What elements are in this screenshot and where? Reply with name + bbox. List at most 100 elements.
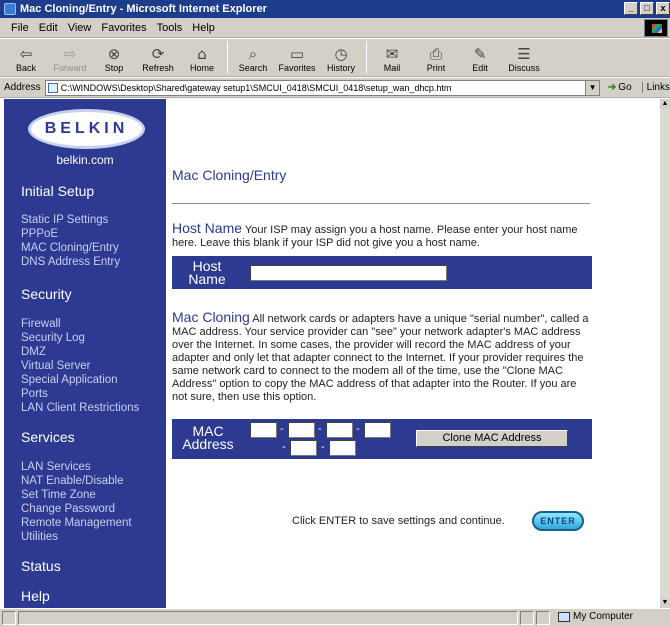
status-message-panel (18, 610, 518, 625)
sidebar-item-special-application[interactable]: Special Application (21, 374, 118, 387)
scroll-up-arrow-icon[interactable]: ▲ (660, 99, 670, 109)
print-button[interactable]: ⎙ Print (414, 39, 458, 75)
sidebar-item-lan-client-restrictions[interactable]: LAN Client Restrictions (21, 402, 139, 415)
address-value: C:\WINDOWS\Desktop\Shared\gateway setup1… (60, 82, 452, 93)
stop-button[interactable]: ⊗ Stop (92, 39, 136, 75)
address-input[interactable]: C:\WINDOWS\Desktop\Shared\gateway setup1… (44, 79, 587, 96)
forward-button[interactable]: ⇨ Forward (48, 39, 92, 75)
mac-address-label: MAC Address (172, 424, 244, 451)
mac-octet-1-input[interactable] (250, 422, 277, 438)
mac-octet-2-input[interactable] (288, 422, 315, 438)
status-bar: My Computer (0, 608, 670, 626)
scroll-down-arrow-icon[interactable]: ▼ (660, 598, 670, 608)
back-label: Back (15, 63, 36, 73)
menu-view[interactable]: View (63, 22, 97, 34)
sidebar-item-firewall[interactable]: Firewall (21, 318, 61, 331)
host-name-description: Host Name Your ISP may assign you a host… (172, 220, 592, 250)
sidebar-item-dns-address[interactable]: DNS Address Entry (21, 256, 120, 269)
status-progress-panel (520, 610, 534, 625)
edit-icon: ✎ (473, 45, 487, 63)
vertical-scrollbar[interactable]: ▲ ▼ (660, 99, 670, 608)
ie-app-icon (4, 3, 16, 15)
address-label: Address (4, 82, 41, 93)
host-name-input[interactable] (250, 265, 447, 281)
belkin-logo[interactable]: BELKIN (28, 109, 145, 149)
section-services[interactable]: Services (21, 429, 75, 445)
main-content: Mac Cloning/Entry Host Name Your ISP may… (166, 99, 660, 608)
sidebar-item-nat[interactable]: NAT Enable/Disable (21, 475, 124, 488)
mac-separator: - (280, 423, 284, 435)
sidebar-item-virtual-server[interactable]: Virtual Server (21, 360, 90, 373)
sidebar-item-utilities[interactable]: Utilities (21, 531, 58, 544)
sidebar: BELKIN belkin.com Initial Setup Static I… (4, 99, 166, 608)
belkin-url: belkin.com (56, 153, 114, 167)
sidebar-item-ports[interactable]: Ports (21, 388, 48, 401)
sidebar-item-lan-services[interactable]: LAN Services (21, 461, 91, 474)
sidebar-item-remote-management[interactable]: Remote Management (21, 517, 132, 530)
section-initial-setup[interactable]: Initial Setup (21, 183, 94, 199)
address-dropdown-button[interactable]: ▼ (586, 79, 600, 96)
discuss-button[interactable]: ☰ Discuss (502, 39, 546, 75)
sidebar-item-security-log[interactable]: Security Log (21, 332, 85, 345)
back-button[interactable]: ⇦ Back (4, 39, 48, 75)
menu-help[interactable]: Help (187, 22, 220, 34)
minimize-button[interactable]: _ (624, 2, 638, 15)
refresh-icon: ⟳ (151, 45, 165, 63)
go-button[interactable]: ➔ Go (608, 82, 632, 93)
refresh-button[interactable]: ⟳ Refresh (136, 39, 180, 75)
edit-button[interactable]: ✎ Edit (458, 39, 502, 75)
mac-octet-3-input[interactable] (326, 422, 353, 438)
enter-button[interactable]: ENTER (532, 511, 584, 531)
maximize-button[interactable]: □ (640, 2, 654, 15)
search-icon: ⌕ (248, 45, 258, 63)
mac-octet-6-input[interactable] (329, 440, 356, 456)
section-status[interactable]: Status (21, 558, 61, 574)
menu-tools[interactable]: Tools (152, 22, 188, 34)
mac-separator: - (318, 423, 322, 435)
enter-instruction: Click ENTER to save settings and continu… (292, 515, 505, 527)
page-viewport: BELKIN belkin.com Initial Setup Static I… (0, 99, 670, 608)
zone-label: My Computer (573, 611, 634, 622)
host-name-heading: Host Name (172, 220, 243, 236)
menu-bar: File Edit View Favorites Tools Help (0, 18, 670, 38)
mac-octet-4-input[interactable] (364, 422, 391, 438)
sidebar-item-pppoe[interactable]: PPPoE (21, 228, 58, 241)
host-label-line-2: Name (188, 271, 226, 287)
host-name-label: Host Name (172, 259, 242, 287)
search-button[interactable]: ⌕ Search (231, 39, 275, 75)
discuss-label: Discuss (508, 63, 540, 73)
history-button[interactable]: ◷ History (319, 39, 363, 75)
history-label: History (326, 63, 355, 73)
menu-edit[interactable]: Edit (34, 22, 63, 34)
go-arrow-icon: ➔ (607, 82, 617, 93)
status-security-panel (536, 610, 550, 625)
home-button[interactable]: ⌂ Home (180, 39, 224, 75)
edit-label: Edit (472, 63, 488, 73)
sidebar-item-time-zone[interactable]: Set Time Zone (21, 489, 96, 502)
history-icon: ◷ (334, 45, 348, 63)
logo-text: BELKIN (44, 120, 129, 137)
links-button[interactable]: Links (641, 82, 670, 93)
forward-label: Forward (53, 63, 87, 73)
windows-logo-icon (644, 19, 668, 37)
section-security[interactable]: Security (21, 286, 72, 302)
sidebar-item-change-password[interactable]: Change Password (21, 503, 115, 516)
mail-button[interactable]: ✉ Mail (370, 39, 414, 75)
menu-favorites[interactable]: Favorites (96, 22, 151, 34)
close-button[interactable]: x (656, 2, 670, 15)
section-help[interactable]: Help (21, 588, 50, 604)
mac-separator: - (282, 441, 286, 453)
menu-file[interactable]: File (6, 22, 34, 34)
forward-arrow-icon: ⇨ (63, 45, 77, 63)
favorites-label: Favorites (278, 63, 316, 73)
sidebar-item-static-ip[interactable]: Static IP Settings (21, 214, 108, 227)
sidebar-item-mac-cloning[interactable]: MAC Cloning/Entry (21, 242, 119, 255)
mac-octet-5-input[interactable] (290, 440, 317, 456)
clone-mac-address-button[interactable]: Clone MAC Address (416, 430, 568, 447)
toolbar-separator (227, 41, 228, 73)
sidebar-item-dmz[interactable]: DMZ (21, 346, 46, 359)
favorites-button[interactable]: ▭ Favorites (275, 39, 319, 75)
refresh-label: Refresh (142, 63, 174, 73)
security-zone: My Computer (558, 611, 633, 622)
status-page-icon (2, 610, 16, 625)
